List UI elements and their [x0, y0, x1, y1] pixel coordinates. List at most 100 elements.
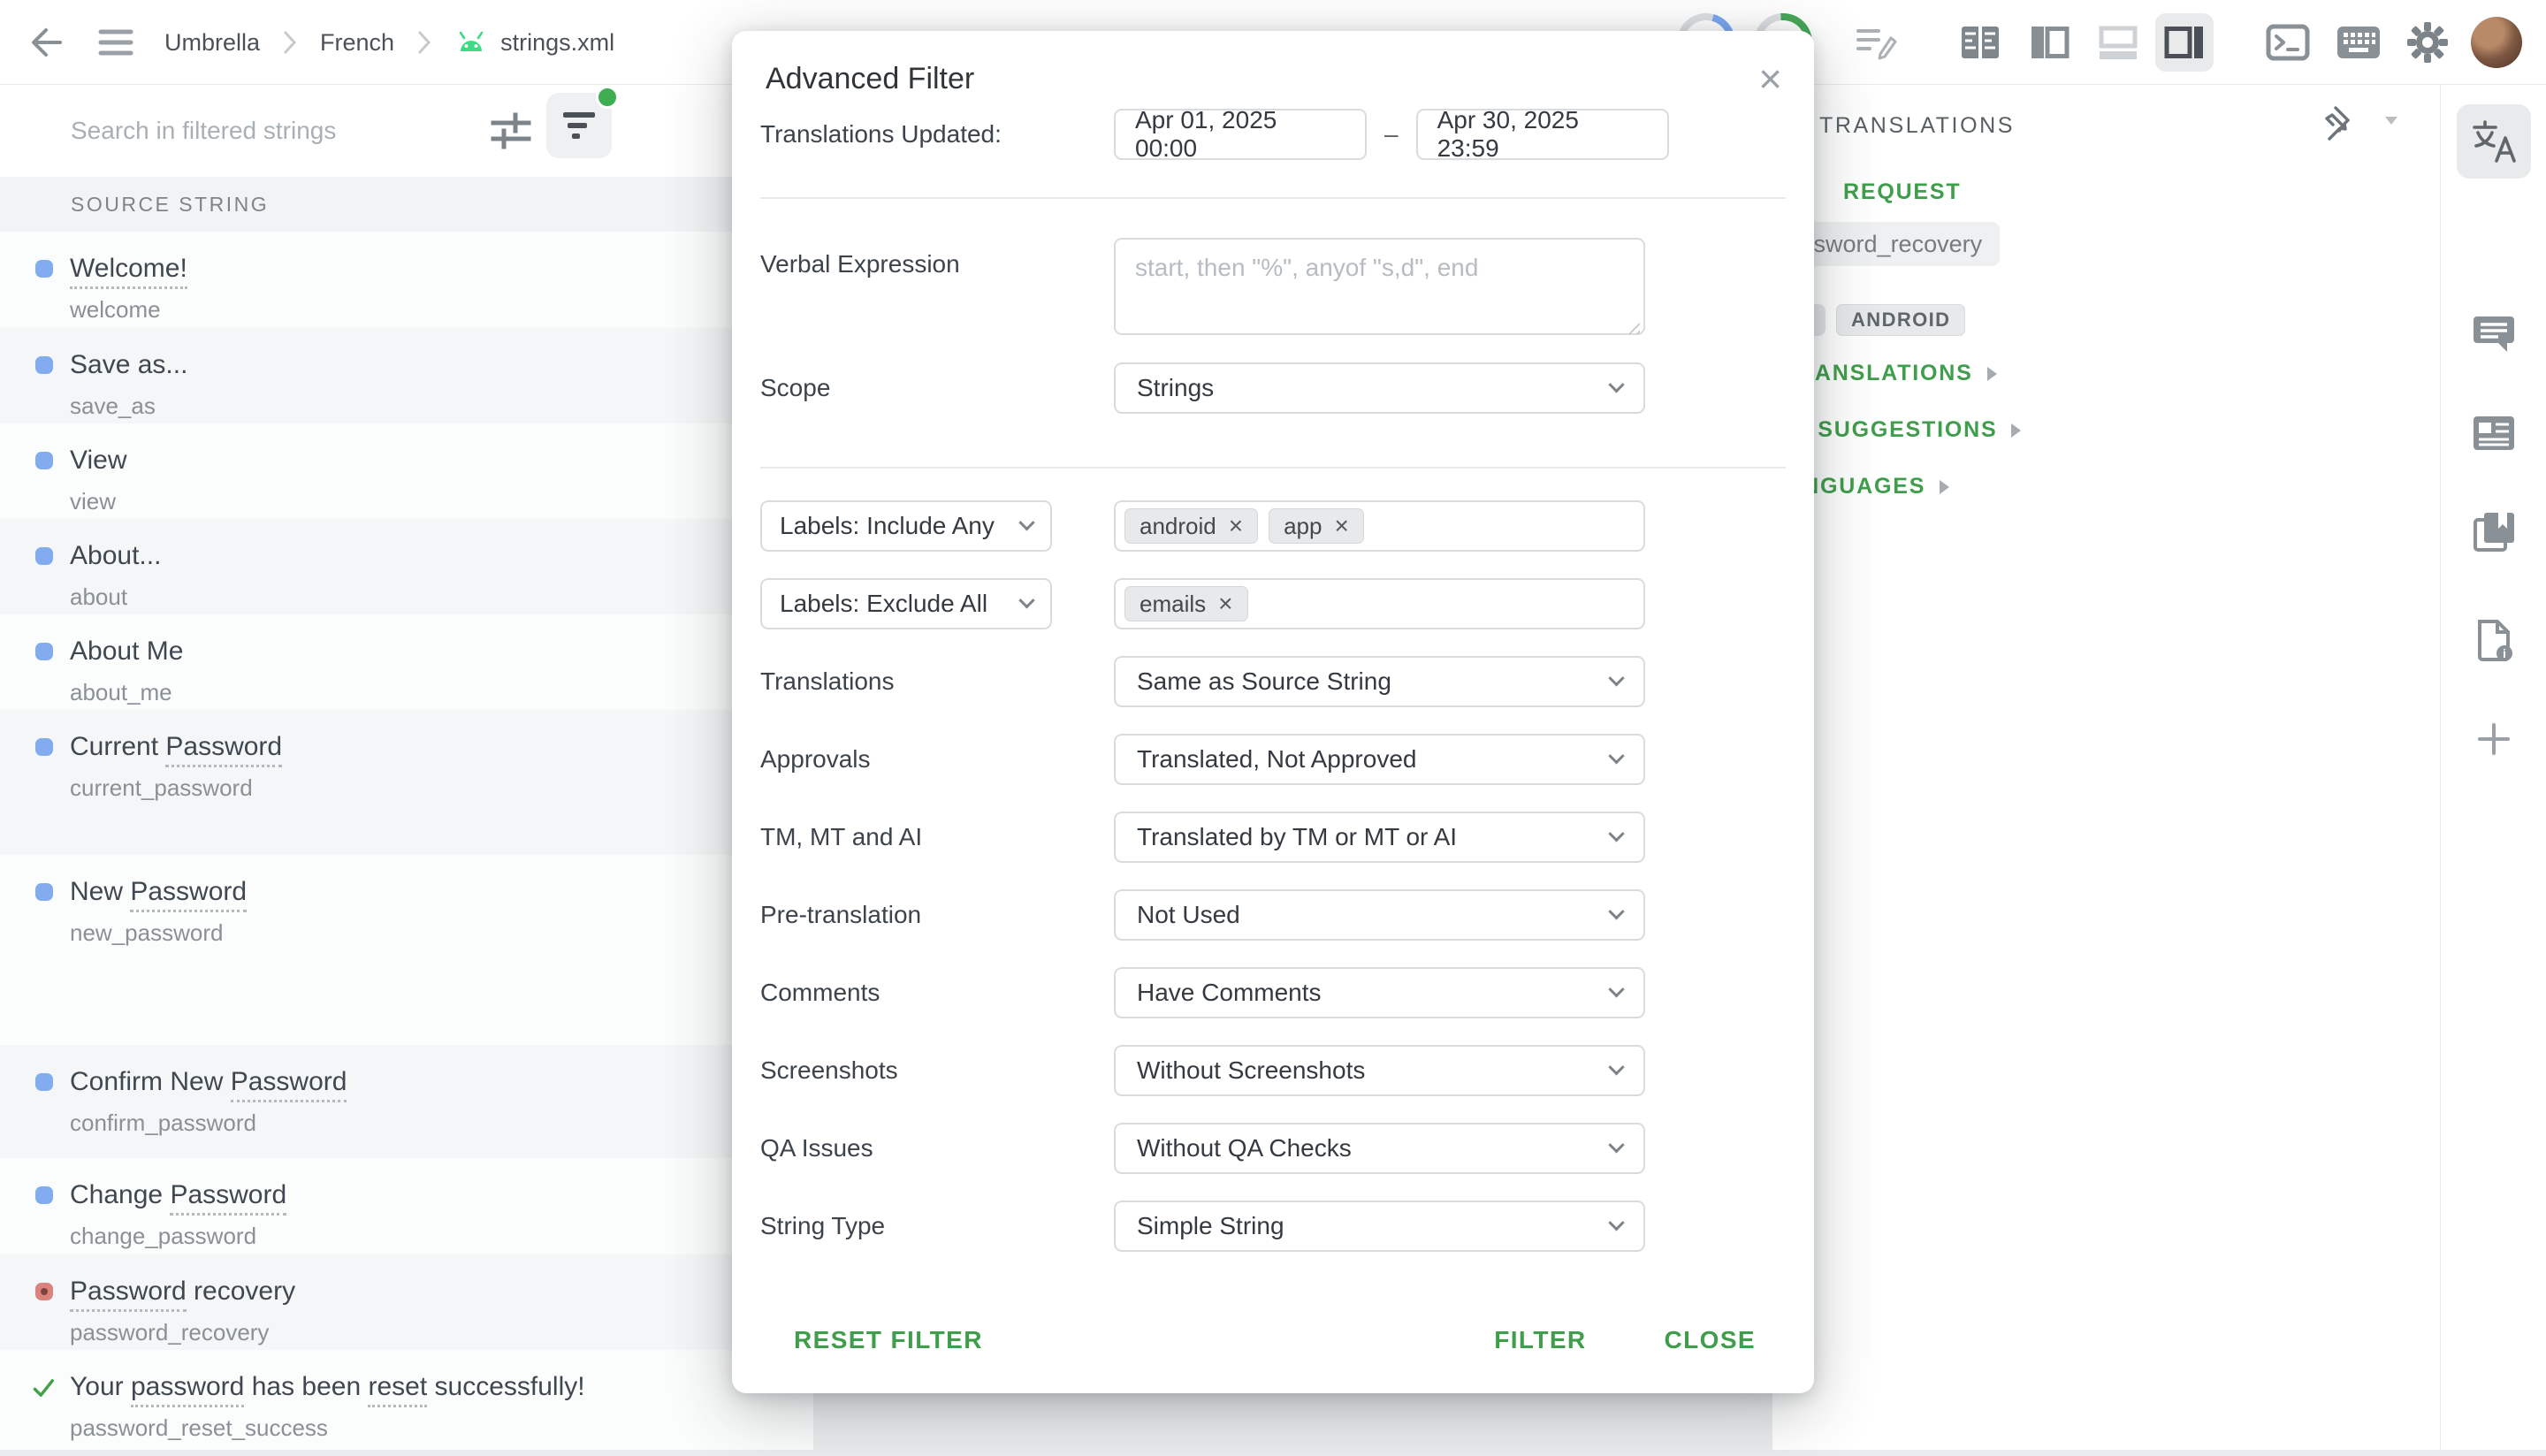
string-row-current_password[interactable]: Current Passwordcurrent_password — [0, 710, 813, 855]
string-row-confirm_password[interactable]: Confirm New Passwordconfirm_password — [0, 1045, 813, 1158]
modal-close-button[interactable]: × — [1758, 61, 1782, 96]
verbal-expression-input[interactable] — [1114, 238, 1645, 335]
string-key: password_reset_success — [70, 1414, 796, 1442]
label-chip-emails: emails× — [1124, 586, 1248, 621]
date-to-input[interactable]: Apr 30, 2025 23:59 — [1416, 109, 1669, 160]
string-key: about_me — [70, 678, 796, 706]
chevron-down-icon — [1608, 826, 1624, 842]
updated-label: Translations Updated: — [760, 120, 1114, 149]
view-mode-left-panel-button[interactable] — [2025, 0, 2075, 85]
labels-include-chips[interactable]: android×app× — [1114, 500, 1645, 552]
remove-chip-icon[interactable]: × — [1229, 515, 1243, 537]
labels-exclude-dropdown[interactable]: Labels: Exclude All — [760, 578, 1052, 629]
labels-exclude-chips[interactable]: emails× — [1114, 578, 1645, 629]
tune-icon — [486, 106, 536, 156]
string-source-text: New Password — [70, 874, 796, 910]
request-button[interactable]: REQUEST — [1843, 179, 1961, 205]
bottom-panel-icon — [2096, 23, 2140, 62]
string-type-select[interactable]: Simple String — [1114, 1201, 1645, 1252]
string-row-new_password[interactable]: New Password new_password — [0, 855, 813, 1045]
scope-label: Scope — [760, 374, 1114, 402]
rail-add-tab[interactable] — [2474, 720, 2513, 758]
string-row-about[interactable]: About...about — [0, 519, 813, 614]
chevron-down-icon — [1608, 1137, 1624, 1153]
labels-include-dropdown[interactable]: Labels: Include Any — [760, 500, 1052, 552]
section-translations[interactable]: TRANSLATIONS — [1782, 361, 1997, 386]
shortcuts-button[interactable] — [2334, 0, 2383, 85]
approvals-select[interactable]: Translated, Not Approved — [1114, 734, 1645, 785]
avatar[interactable] — [2471, 17, 2522, 68]
status-translated-bullet — [35, 547, 53, 565]
filter-button[interactable]: FILTER — [1494, 1326, 1586, 1354]
chevron-down-icon — [1608, 748, 1624, 764]
chevron-down-icon — [2385, 117, 2397, 125]
advanced-filter-button[interactable] — [546, 93, 612, 158]
filter-settings-button[interactable] — [484, 104, 537, 157]
approvals-select-value: Translated, Not Approved — [1137, 745, 1416, 774]
view-mode-bottom-panel-button[interactable] — [2093, 0, 2143, 85]
menu-button[interactable] — [97, 27, 134, 57]
source-string-header-label: SOURCE STRING — [71, 193, 269, 217]
rail-file-info-tab[interactable]: i — [2473, 618, 2515, 662]
string-row-view[interactable]: Viewview — [0, 423, 813, 519]
translate-icon — [2471, 118, 2517, 164]
breadcrumb-file[interactable]: strings.xml — [454, 28, 614, 57]
string-source-text: About... — [70, 538, 796, 574]
string-key: change_password — [70, 1222, 796, 1250]
string-source-text: Welcome! — [70, 251, 796, 286]
grid-view-icon — [1958, 23, 2002, 62]
string-row-password_reset_success[interactable]: Your password has been reset successfull… — [0, 1350, 813, 1456]
remove-chip-icon[interactable]: × — [1218, 592, 1232, 615]
approved-check-icon — [35, 1378, 53, 1396]
panel-options-button[interactable] — [2385, 117, 2397, 125]
string-row-save_as[interactable]: Save as...save_as — [0, 328, 813, 423]
divider — [760, 467, 1786, 469]
console-button[interactable] — [2263, 0, 2313, 85]
chevron-down-icon — [1608, 377, 1624, 393]
settings-button[interactable] — [2403, 0, 2452, 85]
back-button[interactable] — [27, 22, 67, 63]
string-row-about_me[interactable]: About Meabout_me — [0, 614, 813, 710]
close-button[interactable]: CLOSE — [1665, 1326, 1756, 1354]
breadcrumb-language[interactable]: French — [320, 29, 394, 57]
string-source-text: Change Password — [70, 1178, 796, 1213]
rail-context-tab[interactable] — [2472, 415, 2516, 452]
source-string-header: SOURCE STRING — [0, 177, 813, 232]
tm-mt-and-ai-select[interactable]: Translated by TM or MT or AI — [1114, 812, 1645, 863]
reset-filter-button[interactable]: RESET FILTER — [794, 1326, 983, 1354]
qa-issues-select-value: Without QA Checks — [1137, 1134, 1352, 1163]
rail-glossary-tab[interactable] — [2472, 511, 2516, 553]
qa-issues-select[interactable]: Without QA Checks — [1114, 1123, 1645, 1174]
remove-chip-icon[interactable]: × — [1334, 515, 1348, 537]
chevron-down-icon — [1018, 592, 1034, 608]
breadcrumb-project[interactable]: Umbrella — [164, 29, 260, 57]
view-mode-right-panel-button[interactable] — [2155, 13, 2214, 72]
screenshots-select[interactable]: Without Screenshots — [1114, 1045, 1645, 1096]
labels-exclude-dropdown-value: Labels: Exclude All — [780, 590, 987, 618]
panel-title: TRANSLATIONS — [1819, 113, 2015, 139]
edit-strings-button[interactable] — [1851, 0, 1901, 85]
string-source-text: Confirm New Password — [70, 1064, 796, 1100]
pre-translation-select[interactable]: Not Used — [1114, 889, 1645, 941]
pin-icon — [2321, 104, 2357, 141]
date-from-input[interactable]: Apr 01, 2025 00:00 — [1114, 109, 1367, 160]
string-row-change_password[interactable]: Change Password change_password — [0, 1158, 813, 1254]
string-list: Welcome!welcomeSave as...save_asViewview… — [0, 232, 813, 1456]
chevron-down-icon — [1608, 1059, 1624, 1075]
string-row-welcome[interactable]: Welcome!welcome — [0, 232, 813, 328]
pin-panel-button[interactable] — [2321, 104, 2357, 141]
status-issue-bullet — [35, 1283, 53, 1300]
status-translated-bullet — [35, 452, 53, 469]
comment-icon — [2472, 313, 2516, 354]
chevron-down-icon — [1608, 670, 1624, 686]
comments-select[interactable]: Have Comments — [1114, 967, 1645, 1018]
string-source-text: Save as... — [70, 347, 796, 383]
search-input[interactable] — [71, 106, 460, 156]
rail-comments-tab[interactable] — [2472, 313, 2516, 354]
string-row-password_recovery[interactable]: Password recoverypassword_recovery — [0, 1254, 813, 1350]
scope-select[interactable]: Strings — [1114, 362, 1645, 414]
view-mode-grid-button[interactable] — [1955, 0, 2005, 85]
rail-translate-tab[interactable] — [2471, 118, 2517, 164]
string-key: new_password — [70, 919, 796, 947]
translations-select[interactable]: Same as Source String — [1114, 656, 1645, 707]
